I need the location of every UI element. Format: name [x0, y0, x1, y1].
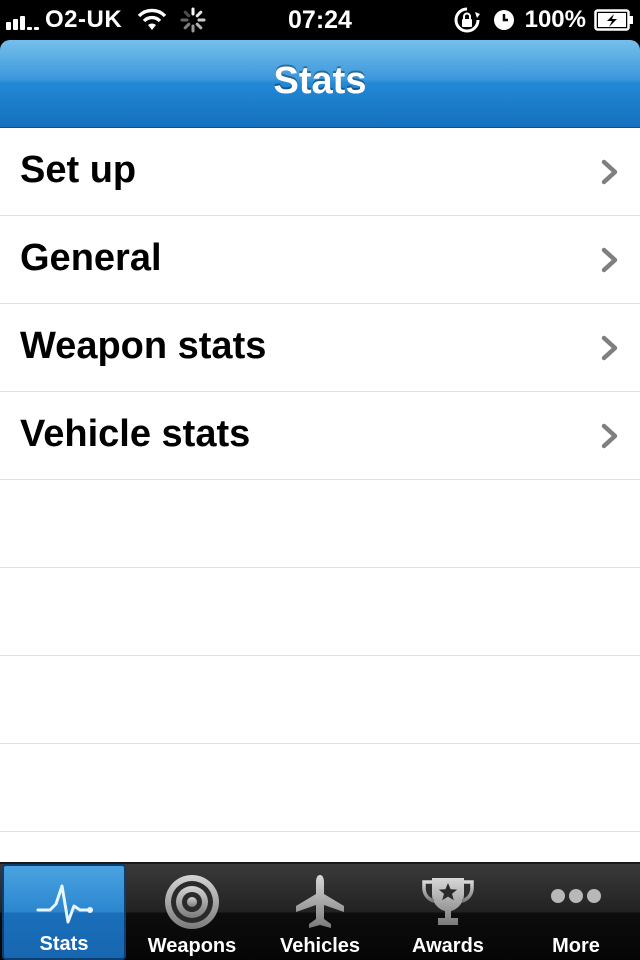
tab-more[interactable]: More [512, 864, 640, 960]
navigation-bar: Stats [0, 40, 640, 128]
app-screen: O2-UK 07:24 100% Stats Set up General We… [0, 0, 640, 960]
battery-percent: 100% [524, 6, 586, 33]
tab-vehicles[interactable]: Vehicles [256, 864, 384, 960]
empty-table-row [0, 568, 640, 656]
tab-bar: Stats Weapons Vehicles Awards More [0, 862, 640, 960]
rotation-lock-icon [454, 7, 480, 33]
chevron-right-icon [601, 335, 618, 361]
tab-label: Awards [412, 935, 484, 957]
chevron-right-icon [601, 247, 618, 273]
empty-table-row [0, 744, 640, 832]
clock-icon [493, 10, 514, 30]
table-row-general[interactable]: General [0, 216, 640, 304]
chevron-right-icon [601, 423, 618, 449]
tab-weapons[interactable]: Weapons [128, 864, 256, 960]
table-row-weapon-stats[interactable]: Weapon stats [0, 304, 640, 392]
trophy-icon [422, 878, 474, 925]
page-title: Stats [273, 60, 367, 102]
tab-stats[interactable]: Stats [2, 864, 126, 960]
battery-charging-icon [594, 9, 633, 31]
table-row-set-up[interactable]: Set up [0, 128, 640, 216]
status-bar-right: 100% [453, 6, 634, 34]
target-icon [165, 875, 219, 929]
table-row-vehicle-stats[interactable]: Vehicle stats [0, 392, 640, 480]
tab-label: More [552, 935, 600, 957]
tab-label: Weapons [147, 935, 237, 957]
airplane-icon [296, 875, 344, 928]
tab-awards[interactable]: Awards [384, 864, 512, 960]
stats-table: Set up General Weapon stats Vehicle stat… [0, 128, 640, 862]
empty-table-row [0, 480, 640, 568]
tab-label: Stats [39, 933, 89, 955]
row-label: General [20, 237, 162, 279]
more-dots-icon [551, 889, 601, 903]
status-bar: O2-UK 07:24 100% [0, 0, 640, 40]
row-label: Set up [20, 149, 137, 191]
pulse-icon [36, 884, 93, 924]
chevron-right-icon [601, 159, 618, 185]
empty-table-row [0, 656, 640, 744]
row-label: Weapon stats [20, 325, 267, 367]
row-label: Vehicle stats [20, 413, 251, 455]
tab-label: Vehicles [279, 935, 361, 957]
